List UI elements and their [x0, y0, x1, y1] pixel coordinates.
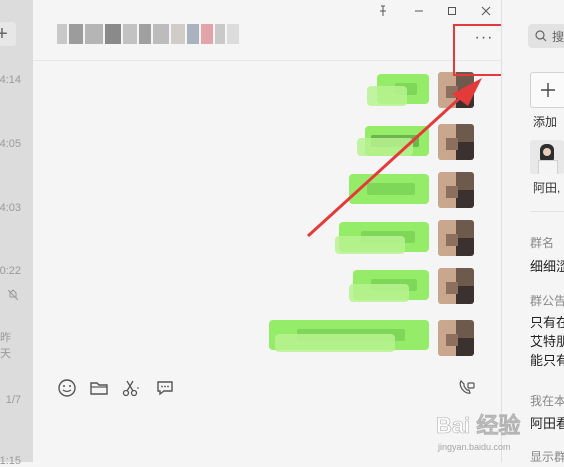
chat-header: ··· — [33, 0, 501, 61]
plus-icon — [541, 83, 555, 97]
add-label: + — [0, 22, 8, 45]
minimize-button[interactable] — [412, 4, 426, 18]
avatar[interactable] — [438, 72, 474, 108]
pin-icon — [380, 5, 386, 16]
member-name: 阿田, — [533, 181, 561, 195]
chat-bubble-icon[interactable] — [155, 378, 175, 398]
search-placeholder: 搜 — [552, 30, 564, 44]
message-bubble[interactable] — [349, 174, 429, 204]
message-row — [33, 318, 501, 356]
watermark-sub: jingyan.baidu.com — [438, 442, 511, 452]
conversation-time: 4:03 — [0, 202, 21, 214]
input-toolbar — [33, 366, 501, 406]
message-row — [33, 268, 501, 304]
baidu-watermark: Bai 经验 jingyan.baidu.com — [432, 404, 564, 462]
emoji-icon[interactable] — [57, 378, 77, 398]
message-input[interactable] — [33, 406, 501, 462]
announcement-line[interactable]: 艾特朋 — [530, 331, 564, 350]
member-search-input[interactable]: 搜 — [528, 24, 564, 48]
minimize-icon — [415, 10, 423, 12]
group-name-label: 群名 — [530, 236, 555, 250]
avatar[interactable] — [438, 220, 474, 256]
message-bubble-shadow — [275, 334, 395, 352]
message-bubble-shadow — [357, 138, 413, 156]
avatar[interactable] — [438, 124, 474, 160]
conversation-list: + 4:14 4:05 4:03 0:22 昨天 1/7 1:15 — [0, 0, 33, 467]
message-row — [33, 124, 501, 160]
search-icon — [535, 30, 547, 42]
announcement-line[interactable]: 能只有 — [530, 350, 564, 369]
conversation-time: 0:22 — [0, 265, 21, 277]
message-row — [33, 172, 501, 208]
avatar[interactable] — [438, 320, 474, 356]
group-name-value[interactable]: 细细涩 — [530, 256, 564, 275]
close-button[interactable] — [479, 4, 493, 18]
maximize-icon — [448, 7, 456, 15]
add-member-button[interactable] — [530, 72, 564, 108]
conversation-time: 1/7 — [5, 394, 21, 406]
close-icon — [481, 6, 491, 16]
add-member-label: 添加 — [533, 115, 558, 129]
message-bubble-shadow — [367, 86, 407, 106]
message-bubble-shadow — [335, 236, 405, 254]
announcement-line[interactable]: 只有在 — [530, 312, 564, 331]
mute-icon — [7, 289, 19, 301]
member-avatar[interactable] — [530, 140, 564, 174]
video-call-icon[interactable] — [457, 378, 477, 398]
conversation-time: 1:15 — [0, 455, 21, 467]
conversation-time: 昨天 — [0, 332, 11, 360]
conversation-time: 4:14 — [0, 74, 21, 86]
chat-title-blurred — [57, 24, 239, 44]
folder-icon[interactable] — [89, 378, 109, 398]
avatar[interactable] — [438, 268, 474, 304]
message-bubble-shadow — [349, 284, 409, 302]
maximize-button[interactable] — [445, 4, 459, 18]
message-row — [33, 220, 501, 256]
add-conversation-button[interactable]: + — [0, 22, 16, 46]
message-row — [33, 72, 501, 108]
chat-info-panel: 搜 添加 阿田, 群名 细细涩 群公告 只有在 艾特朋 能只有 我在本 阿田看 … — [501, 0, 564, 464]
chat-window: ··· — [33, 0, 501, 462]
divider — [530, 211, 564, 212]
watermark-main: Bai 经验 — [436, 413, 521, 439]
scissors-icon[interactable] — [121, 378, 141, 398]
pin-window-button[interactable] — [376, 4, 390, 18]
announcement-label: 群公告 — [530, 294, 564, 308]
avatar[interactable] — [438, 172, 474, 208]
conversation-time: 4:05 — [0, 138, 21, 150]
